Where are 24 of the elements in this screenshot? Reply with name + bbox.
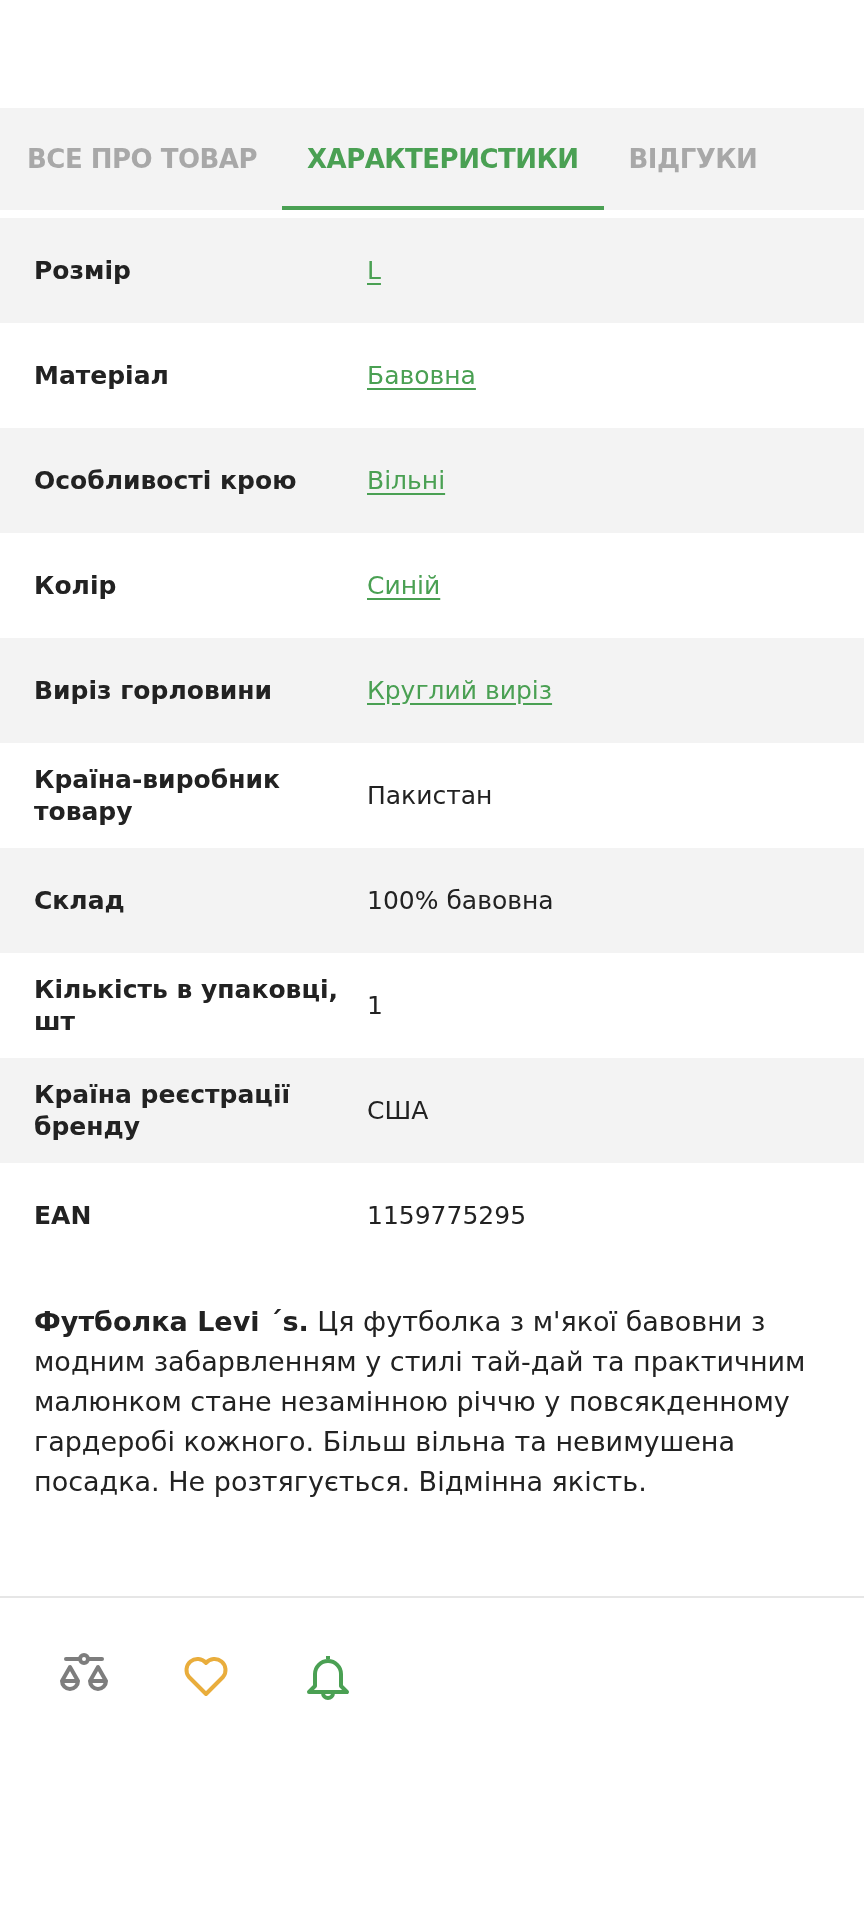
spec-name: Країна реєстрації бренду <box>34 1078 292 1143</box>
tab[interactable]: ВІДГУКИ <box>603 108 783 210</box>
spec-value: США <box>367 1095 429 1125</box>
spec-name: Кількість в упаковці, шт <box>34 973 339 1038</box>
spec-value: 1 <box>367 990 383 1020</box>
spec-value: Пакистан <box>367 780 493 810</box>
spec-name: Країна-виробник товару <box>34 763 281 828</box>
spec-value-link[interactable]: Синій <box>367 570 441 600</box>
spec-value: 100% бавовна <box>367 885 554 915</box>
product-description: Футболка Levi ´s. Ця футболка з м'якої бавовни з модним забарвленням у стилі тай-дай та практичним малюнком стане незамінною річчю у повсякденному гардеробі кожного. Більш вільна та невимушена посадка. Не розтягується. Відмінна якість. <box>34 1305 807 1499</box>
spec-name: Матеріал <box>34 359 170 392</box>
spec-value-link[interactable]: Вільні <box>367 465 446 495</box>
spec-name: EAN <box>34 1199 93 1232</box>
spec-value-link[interactable]: Бавовна <box>367 360 476 390</box>
spec-name: Особливості крою <box>34 464 298 497</box>
tab[interactable]: ХАРАКТЕРИСТИКИ <box>282 108 604 210</box>
spec-value-link[interactable]: L <box>367 255 381 285</box>
spec-name: Колір <box>34 569 118 602</box>
spec-value-link[interactable]: Круглий виріз <box>367 675 553 705</box>
tab[interactable]: ВСЕ ПРО ТОВАР <box>2 108 282 210</box>
spec-value: 1159775295 <box>367 1200 527 1230</box>
spec-name: Розмір <box>34 254 132 287</box>
spec-name: Склад <box>34 884 126 917</box>
spec-name: Виріз горловини <box>34 674 273 707</box>
